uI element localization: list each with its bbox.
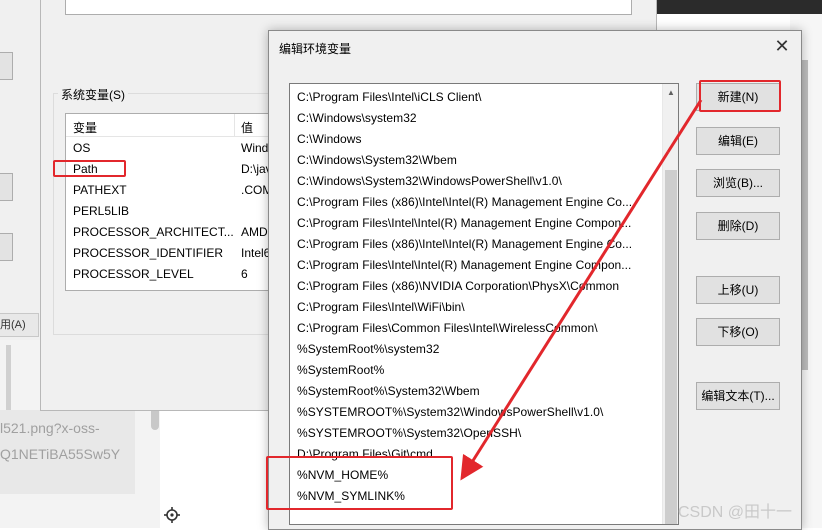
system-variables-label: 系统变量(S) xyxy=(58,86,128,103)
variable-value: AMD xyxy=(241,225,268,239)
path-entry-text: %SystemRoot%\System32\Wbem xyxy=(297,384,480,398)
column-header-variable[interactable]: 变量 xyxy=(73,119,97,136)
system-variables-list[interactable]: 变量 值 OS Wind Path D:\jav PATHEXT .COM PE… xyxy=(65,113,272,291)
variable-name: OS xyxy=(73,141,91,155)
path-entry[interactable]: C:\Windows xyxy=(290,129,662,150)
variable-name: PROCESSOR_LEVEL xyxy=(73,267,194,281)
annotation-box-new-button xyxy=(699,80,781,112)
variable-value: Wind xyxy=(241,141,269,155)
scroll-thumb[interactable] xyxy=(665,170,677,524)
background-url-line: l521.png?x-oss- xyxy=(0,420,100,436)
variable-name: PROCESSOR_ARCHITECT... xyxy=(73,225,234,239)
path-entry-text: C:\Program Files (x86)\NVIDIA Corporatio… xyxy=(297,279,620,293)
user-variables-list[interactable] xyxy=(65,0,632,15)
path-entry[interactable]: %SYSTEMROOT%\System32\WindowsPowerShell\… xyxy=(290,402,662,423)
background-scrollbar[interactable] xyxy=(6,345,11,415)
delete-button[interactable]: 删除(D) xyxy=(696,212,780,240)
path-entry[interactable]: C:\Windows\System32\WindowsPowerShell\v1… xyxy=(290,171,662,192)
path-entry-text: C:\Windows xyxy=(297,132,362,146)
path-entry-text: C:\Program Files\Intel\iCLS Client\ xyxy=(297,90,482,104)
path-entry-text: C:\Windows\System32\WindowsPowerShell\v1… xyxy=(297,174,562,188)
background-dark-strip xyxy=(655,0,822,14)
crosshair-icon[interactable] xyxy=(164,507,180,523)
move-up-button[interactable]: 上移(U) xyxy=(696,276,780,304)
variable-name: PROCESSOR_IDENTIFIER xyxy=(73,246,224,260)
path-entry[interactable]: C:\Program Files\Intel\Intel(R) Manageme… xyxy=(290,255,662,276)
path-entry-text: C:\Program Files\Intel\WiFi\bin\ xyxy=(297,300,465,314)
background-button-stub[interactable] xyxy=(0,233,13,261)
system-variable-row[interactable]: OS Wind xyxy=(66,138,271,159)
background-url-line: Q1NETiBA55Sw5Y xyxy=(0,446,121,462)
variable-value: 6 xyxy=(241,267,248,281)
path-entry-text: C:\Program Files\Intel\Intel(R) Manageme… xyxy=(297,258,632,272)
path-entry[interactable]: C:\Windows\System32\Wbem xyxy=(290,150,662,171)
dialog-title: 编辑环境变量 xyxy=(279,42,352,56)
path-entry-text: %SYSTEMROOT%\System32\WindowsPowerShell\… xyxy=(297,405,604,419)
path-entry-text: %SYSTEMROOT%\System32\OpenSSH\ xyxy=(297,426,522,440)
path-entry-text: %SystemRoot% xyxy=(297,363,385,377)
path-entry-text: C:\Program Files (x86)\Intel\Intel(R) Ma… xyxy=(297,195,633,209)
system-variable-row[interactable]: PERL5LIB xyxy=(66,201,271,222)
system-variables-header: 变量 值 xyxy=(66,114,271,137)
background-tab[interactable]: 用(A) xyxy=(0,313,39,337)
path-entry-text: C:\Program Files\Intel\Intel(R) Manageme… xyxy=(297,216,632,230)
close-icon[interactable]: ✕ xyxy=(772,35,792,57)
path-entry-text: C:\Windows\system32 xyxy=(297,111,417,125)
move-down-button[interactable]: 下移(O) xyxy=(696,318,780,346)
path-entry[interactable]: %SystemRoot%\System32\Wbem xyxy=(290,381,662,402)
path-entry[interactable]: C:\Program Files\Intel\Intel(R) Manageme… xyxy=(290,213,662,234)
path-entry[interactable]: C:\Program Files\Intel\iCLS Client\ xyxy=(290,87,662,108)
variable-name: PERL5LIB xyxy=(73,204,130,218)
path-entry[interactable]: C:\Program Files\Common Files\Intel\Wire… xyxy=(290,318,662,339)
column-header-value[interactable]: 值 xyxy=(241,119,253,136)
path-entry[interactable]: %SystemRoot%\system32 xyxy=(290,339,662,360)
variable-name: PATHEXT xyxy=(73,183,127,197)
path-entry-text: %SystemRoot%\system32 xyxy=(297,342,440,356)
path-list-scrollbar[interactable]: ▲ xyxy=(662,84,678,524)
column-divider[interactable] xyxy=(234,114,235,136)
background-button-stub[interactable] xyxy=(0,52,13,80)
annotation-box-nvm-entries xyxy=(266,456,453,510)
watermark: CSDN @田十一 xyxy=(678,504,793,521)
edit-text-button[interactable]: 编辑文本(T)... xyxy=(696,382,780,410)
path-entry[interactable]: C:\Program Files (x86)\Intel\Intel(R) Ma… xyxy=(290,234,662,255)
variable-value: Intel6 xyxy=(241,246,271,260)
path-entry[interactable]: %SYSTEMROOT%\System32\OpenSSH\ xyxy=(290,423,662,444)
scroll-up-arrow-icon[interactable]: ▲ xyxy=(663,84,678,101)
path-entry[interactable]: C:\Program Files (x86)\Intel\Intel(R) Ma… xyxy=(290,192,662,213)
system-variable-row[interactable]: PROCESSOR_LEVEL 6 xyxy=(66,264,271,285)
path-entry-text: C:\Windows\System32\Wbem xyxy=(297,153,457,167)
path-entry-text: C:\Program Files (x86)\Intel\Intel(R) Ma… xyxy=(297,237,633,251)
system-variable-row[interactable]: PROCESSOR_IDENTIFIER Intel6 xyxy=(66,243,271,264)
background-button-stub[interactable] xyxy=(0,173,13,201)
system-variable-row[interactable]: PATHEXT .COM xyxy=(66,180,271,201)
path-entry[interactable]: %SystemRoot% xyxy=(290,360,662,381)
browse-button[interactable]: 浏览(B)... xyxy=(696,169,780,197)
background-url-block: l521.png?x-oss- Q1NETiBA55Sw5Y xyxy=(0,410,135,494)
edit-button[interactable]: 编辑(E) xyxy=(696,127,780,155)
annotation-box-path xyxy=(53,160,126,177)
path-entry[interactable]: C:\Program Files (x86)\NVIDIA Corporatio… xyxy=(290,276,662,297)
background-panel-left xyxy=(0,0,41,340)
path-entry[interactable]: C:\Program Files\Intel\WiFi\bin\ xyxy=(290,297,662,318)
path-entry[interactable]: C:\Windows\system32 xyxy=(290,108,662,129)
system-variable-row[interactable]: PROCESSOR_ARCHITECT... AMD xyxy=(66,222,271,243)
path-entry-text: C:\Program Files\Common Files\Intel\Wire… xyxy=(297,321,598,335)
